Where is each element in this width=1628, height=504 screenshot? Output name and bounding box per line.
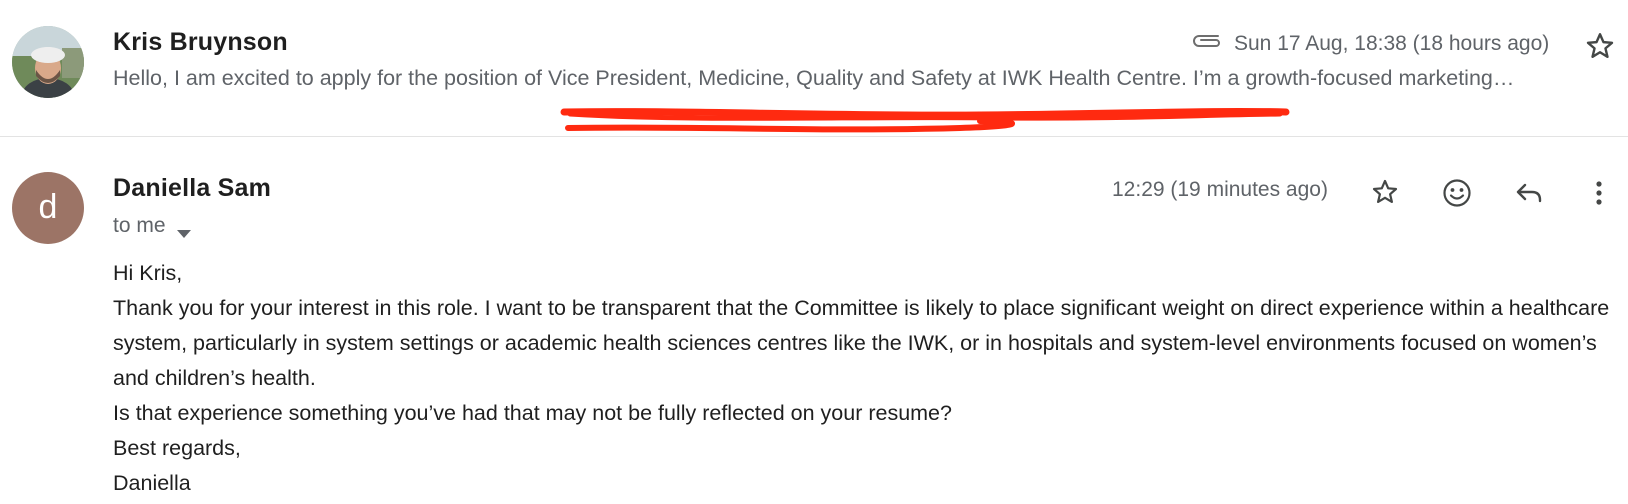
body-signoff: Best regards, (113, 436, 241, 460)
caret-down-icon[interactable] (176, 221, 192, 238)
body-signature: Daniella (113, 471, 191, 495)
paperclip-icon (1190, 30, 1224, 52)
message-snippet: Hello, I am excited to apply for the pos… (113, 66, 1515, 90)
email-thread: Kris Bruynson Hello, I am excited to app… (0, 0, 1628, 504)
message-body: Hi Kris, Thank you for your interest in … (113, 256, 1623, 501)
body-paragraph: Thank you for your interest in this role… (113, 296, 1610, 390)
emoji-reaction-icon[interactable] (1436, 172, 1478, 214)
reply-icon[interactable] (1508, 172, 1550, 214)
sender-name: Daniella Sam (113, 174, 272, 202)
avatar[interactable]: d (12, 172, 84, 244)
body-greeting: Hi Kris, (113, 261, 183, 285)
sender-name: Kris Bruynson (113, 28, 288, 56)
recipients-label: to me (113, 214, 166, 237)
recipients-toggle[interactable]: to me (113, 214, 192, 238)
star-icon[interactable] (1584, 30, 1616, 62)
body-paragraph: Is that experience something you’ve had … (113, 401, 952, 425)
star-icon[interactable] (1364, 172, 1406, 214)
avatar[interactable] (12, 26, 84, 98)
more-vertical-icon[interactable] (1578, 172, 1620, 214)
message-divider (0, 136, 1628, 137)
message-date: Sun 17 Aug, 18:38 (18 hours ago) (1234, 32, 1550, 55)
message-date: 12:29 (19 minutes ago) (1112, 178, 1328, 201)
red-underline-annotation (560, 107, 1290, 133)
